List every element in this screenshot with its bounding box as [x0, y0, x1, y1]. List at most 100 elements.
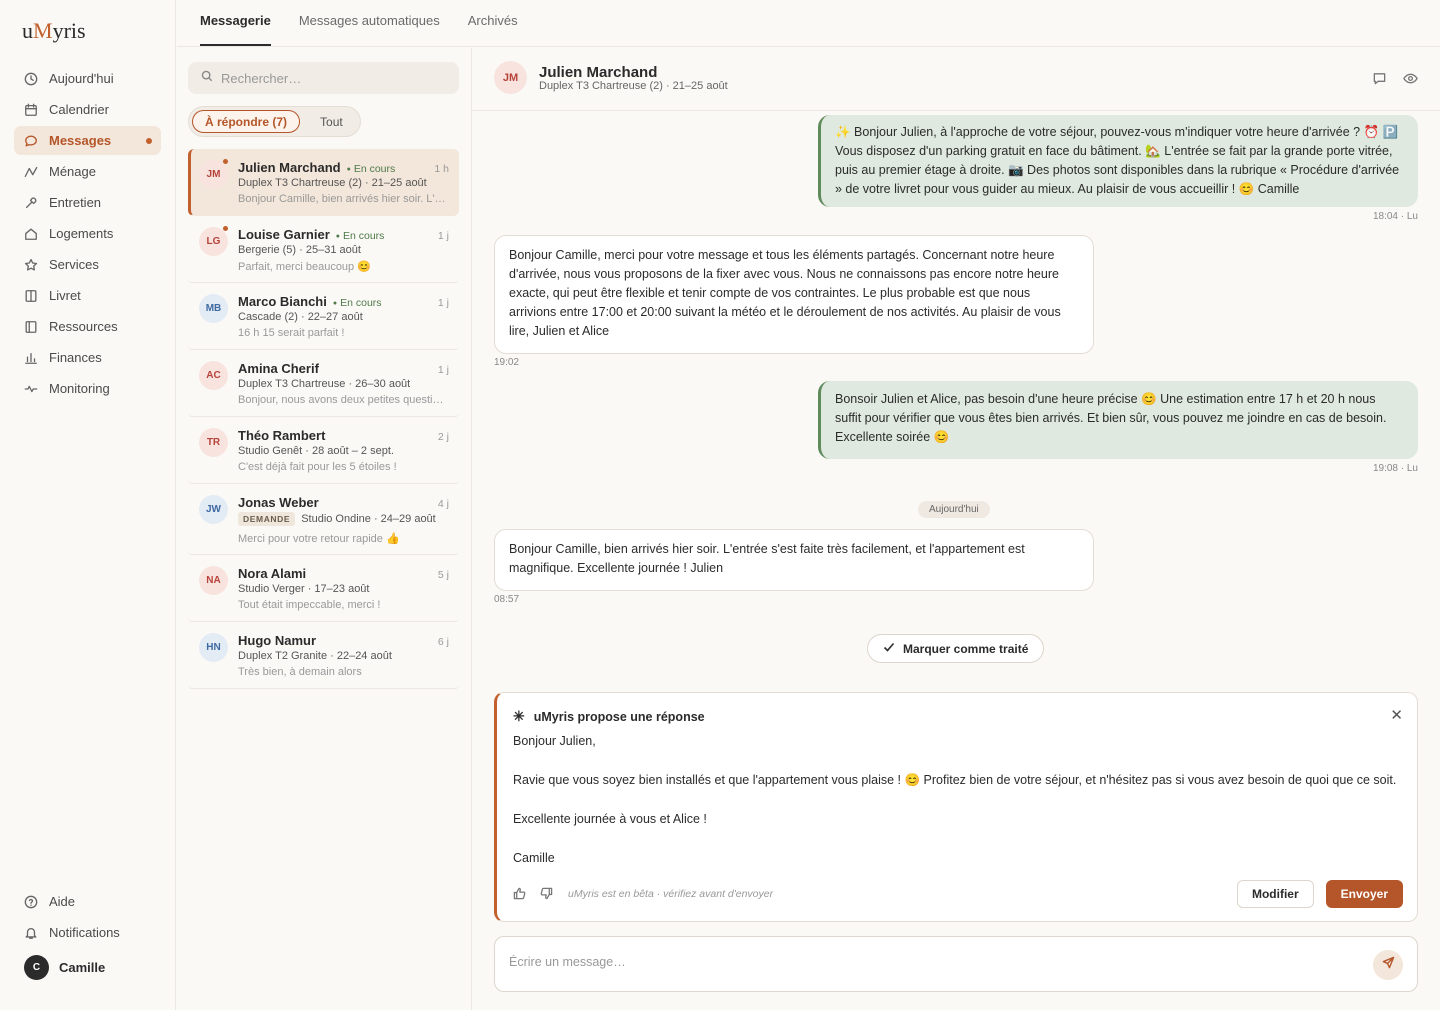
check-icon	[883, 641, 903, 656]
conversation-item[interactable]: HN Hugo Namur 6 j Duplex T2 Granite · 22–…	[188, 622, 459, 689]
guest-name: Nora Alami	[238, 566, 307, 581]
message-preview: Très bien, à demain alors	[238, 666, 362, 678]
search-input[interactable]	[221, 70, 441, 86]
home-icon	[24, 227, 38, 241]
message-meta: 18:04 · Lu	[1372, 211, 1418, 222]
status-badge: En cours	[333, 297, 381, 309]
sidebar-item-aujourdhui[interactable]: Aujourd'hui	[14, 64, 161, 93]
clock-icon	[24, 72, 38, 86]
sidebar-item-label: Aujourd'hui	[49, 71, 114, 86]
sidebar-item-messages[interactable]: Messages	[14, 126, 161, 155]
conversation-item[interactable]: JW Jonas Weber 4 j DEMANDE Studio Ondine ·…	[188, 484, 459, 555]
send-proposal-button[interactable]: Envoyer	[1325, 880, 1403, 908]
close-icon[interactable]: ✕	[1390, 706, 1403, 724]
tab-messagerie[interactable]: Messagerie	[200, 13, 271, 46]
avatar: LG	[199, 227, 228, 256]
message-input[interactable]	[509, 955, 1329, 969]
thumbs-up-icon[interactable]	[513, 887, 527, 901]
comment-icon[interactable]	[1371, 70, 1387, 86]
conversation-item[interactable]: TR Théo Rambert 2 j Studio Genêt · 28 aoû…	[188, 417, 459, 484]
proposal-line: Camille	[513, 851, 555, 865]
conversation-item[interactable]: JM Julien Marchand En cours 1 h Duplex T3 …	[188, 149, 459, 216]
activity-icon	[24, 165, 38, 179]
sidebar-item-notifications[interactable]: Notifications	[14, 918, 161, 947]
status-badge: En cours	[336, 230, 384, 242]
user-name: Camille	[59, 960, 106, 975]
timestamp: 1 j	[437, 364, 449, 376]
ai-reply-proposal: ✳ uMyris propose une réponse ✕ Bonjour J…	[494, 692, 1418, 922]
thumbs-down-icon[interactable]	[540, 887, 554, 901]
star-icon	[24, 258, 38, 272]
stay-info: Duplex T2 Granite · 22–24 août	[238, 650, 392, 662]
sidebar-item-label: Ménage	[49, 164, 96, 179]
proposal-line: Excellente journée à vous et Alice !	[513, 812, 707, 826]
send-button[interactable]	[1373, 950, 1403, 980]
stay-info: Studio Genêt · 28 août – 2 sept.	[238, 445, 394, 457]
sidebar-bottom: Aide Notifications C Camille	[14, 887, 161, 980]
message-incoming: Bonjour Camille, bien arrivés hier soir.…	[494, 529, 1094, 591]
chat-header: JM Julien Marchand Duplex T3 Chartreuse …	[472, 48, 1440, 111]
user-profile[interactable]: C Camille	[14, 955, 161, 980]
stay-info: Cascade (2) · 22–27 août	[238, 311, 363, 323]
sidebar-item-services[interactable]: Services	[14, 250, 161, 279]
sidebar-item-aide[interactable]: Aide	[14, 887, 161, 916]
search-box[interactable]	[188, 62, 459, 94]
sidebar-item-livret[interactable]: Livret	[14, 281, 161, 310]
chat-actions	[1356, 70, 1418, 86]
proposal-body[interactable]: Bonjour Julien, Ravie que vous soyez bie…	[513, 732, 1396, 888]
sidebar-item-label: Logements	[49, 226, 114, 241]
edit-button[interactable]: Modifier	[1236, 880, 1314, 908]
avatar: C	[24, 955, 49, 980]
message-preview: Bonjour Camille, bien arrivés hier soir.…	[238, 193, 449, 205]
sidebar-nav: Aujourd'hui Calendrier Messages Ménage E…	[14, 64, 161, 405]
sidebar-item-logements[interactable]: Logements	[14, 219, 161, 248]
status-badge: En cours	[347, 163, 395, 175]
avatar: TR	[199, 428, 228, 457]
stay-info: Duplex T3 Chartreuse (2) · 21–25 août	[238, 177, 427, 189]
guest-name: Théo Rambert	[238, 428, 326, 443]
sidebar-item-menage[interactable]: Ménage	[14, 157, 161, 186]
wrench-icon	[24, 196, 38, 210]
eye-icon[interactable]	[1402, 70, 1418, 86]
proposal-footer: uMyris est en bêta · vérifiez avant d'en…	[513, 880, 1403, 908]
filter-to-reply[interactable]: À répondre (7)	[192, 110, 301, 133]
mark-as-done-button[interactable]: Marquer comme traité	[867, 634, 1045, 663]
filter-toggle: À répondre (7) Tout	[188, 106, 361, 137]
sidebar-item-calendrier[interactable]: Calendrier	[14, 95, 161, 124]
sidebar-item-ressources[interactable]: Ressources	[14, 312, 161, 341]
stay-info: DEMANDE Studio Ondine · 24–29 août	[238, 512, 436, 526]
tab-messages-automatiques[interactable]: Messages automatiques	[299, 13, 440, 46]
proposal-line: Bonjour Julien,	[513, 734, 596, 748]
avatar: JM	[199, 160, 228, 189]
filter-all[interactable]: Tout	[308, 110, 355, 133]
sidebar-item-label: Notifications	[49, 925, 120, 940]
avatar: AC	[199, 361, 228, 390]
search-icon	[201, 69, 221, 87]
message-preview: C'est déjà fait pour les 5 étoiles !	[238, 461, 397, 473]
app-logo[interactable]: uMyris	[22, 18, 86, 44]
pulse-icon	[24, 382, 38, 396]
sidebar-item-label: Monitoring	[49, 381, 110, 396]
proposal-line: Ravie que vous soyez bien installés et q…	[513, 773, 1397, 787]
avatar: MB	[199, 294, 228, 323]
conversation-list: JM Julien Marchand En cours 1 h Duplex T3 …	[188, 149, 459, 689]
message-outgoing: ✨ Bonjour Julien, à l'approche de votre …	[818, 115, 1418, 207]
conversation-item[interactable]: NA Nora Alami 5 j Studio Verger · 17–23 a…	[188, 555, 459, 622]
bar-chart-icon	[24, 351, 38, 365]
conversation-item[interactable]: LG Louise Garnier En cours 1 j Bergerie (5…	[188, 216, 459, 283]
conversation-list-pane: À répondre (7) Tout JM Julien Marchand En…	[177, 48, 472, 1010]
beta-note: uMyris est en bêta · vérifiez avant d'en…	[568, 888, 774, 900]
conversation-item[interactable]: MB Marco Bianchi En cours 1 j Cascade (2) …	[188, 283, 459, 350]
tab-archives[interactable]: Archivés	[468, 13, 518, 46]
message-outgoing: Bonsoir Julien et Alice, pas besoin d'un…	[818, 381, 1418, 459]
sidebar-item-finances[interactable]: Finances	[14, 343, 161, 372]
sidebar-item-label: Entretien	[49, 195, 102, 210]
sidebar-item-entretien[interactable]: Entretien	[14, 188, 161, 217]
avatar: JW	[199, 495, 228, 524]
top-tabs: Messagerie Messages automatiques Archivé…	[177, 0, 1440, 47]
sidebar-item-monitoring[interactable]: Monitoring	[14, 374, 161, 403]
avatar: HN	[199, 633, 228, 662]
conversation-item[interactable]: AC Amina Cherif 1 j Duplex T3 Chartreuse …	[188, 350, 459, 417]
sidebar-item-label: Calendrier	[49, 102, 109, 117]
mark-as-done-label: Marquer comme traité	[903, 641, 1029, 656]
